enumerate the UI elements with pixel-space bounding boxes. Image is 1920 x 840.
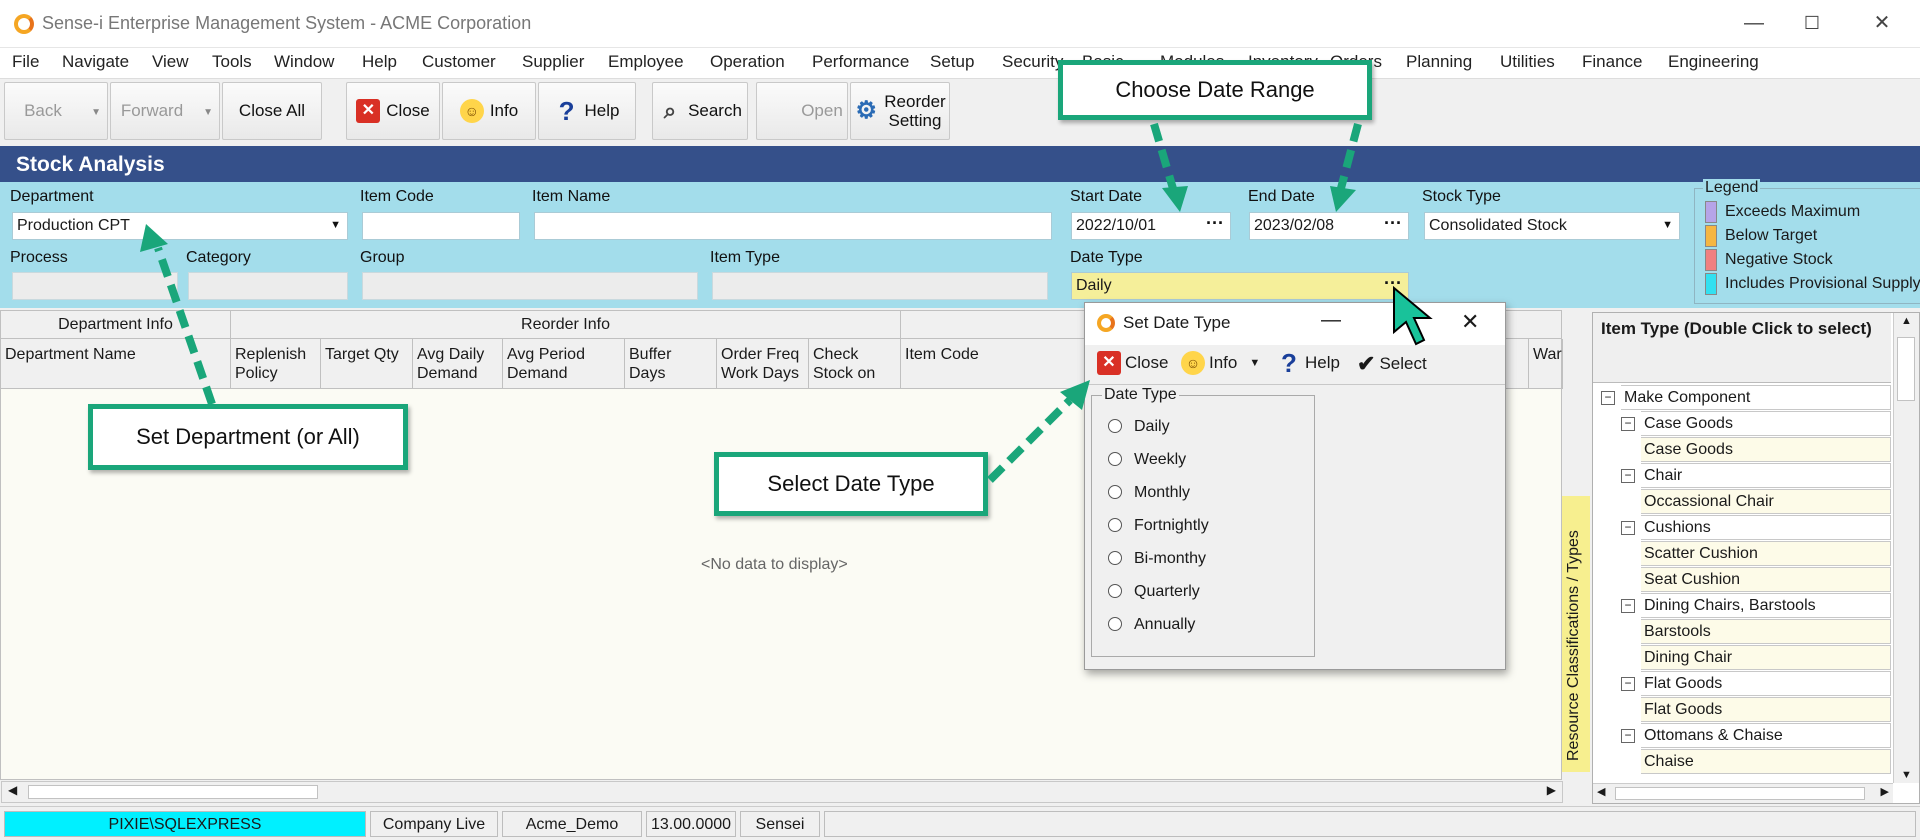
arrow-date-type xyxy=(987,397,1073,483)
window-close-button[interactable]: ✕ xyxy=(1860,8,1904,38)
arrowhead xyxy=(1330,186,1356,212)
arrowhead xyxy=(1162,186,1188,212)
arrowhead xyxy=(140,224,168,252)
mouse-cursor-icon xyxy=(1393,285,1433,346)
arrow-start-date xyxy=(1150,122,1178,194)
arrow-end-date xyxy=(1336,122,1362,194)
callout-arrows xyxy=(140,122,1433,483)
arrow-department xyxy=(154,246,216,406)
arrowhead xyxy=(1060,380,1090,410)
